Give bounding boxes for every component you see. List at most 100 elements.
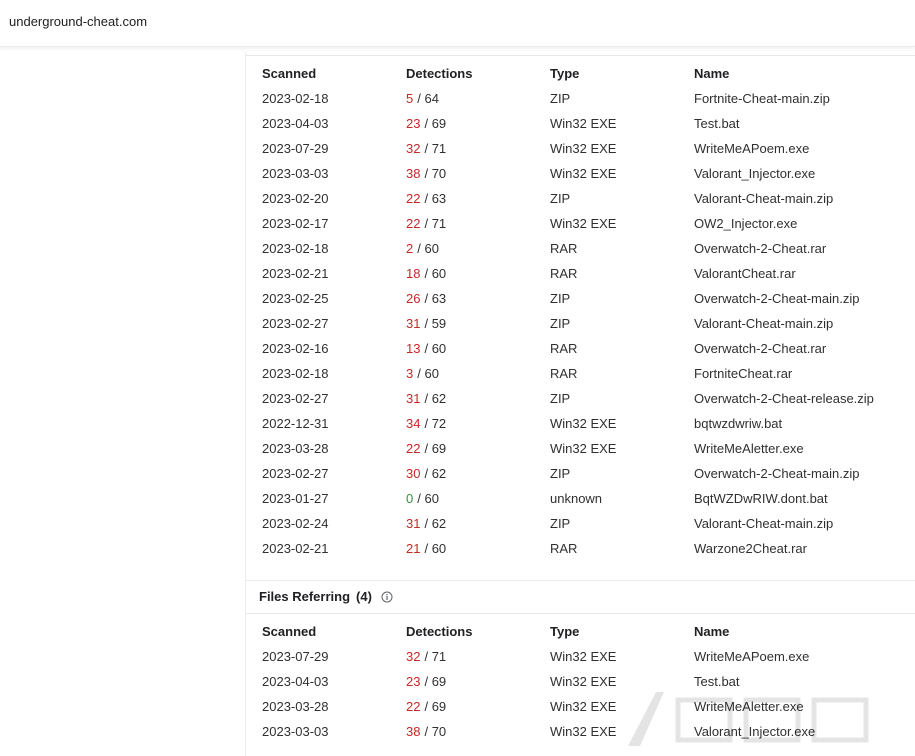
col-detections[interactable]: Detections (406, 619, 472, 644)
files-referring-table: Scanned Detections Type Name 2023-07-29 3… (246, 619, 915, 744)
col-type[interactable]: Type (550, 61, 579, 86)
detections-ratio: 22/ 69 (406, 694, 446, 719)
file-name[interactable]: Valorant_Injector.exe (694, 719, 815, 744)
table-row[interactable]: 2023-03-03 38/ 70 Win32 EXE Valorant_Inject… (246, 719, 915, 744)
detections-ratio: 31/ 62 (406, 386, 446, 411)
col-name[interactable]: Name (694, 619, 729, 644)
detections-total: / 72 (424, 416, 447, 431)
table-row[interactable]: 2023-04-03 23/ 69 Win32 EXE Test.bat (246, 669, 915, 694)
detections-count: 31 (406, 516, 421, 531)
detections-ratio: 26/ 63 (406, 286, 446, 311)
file-name[interactable]: Test.bat (694, 111, 740, 136)
table-row[interactable]: 2023-02-17 22/ 71 Win32 EXE OW2_Injector.ex… (246, 211, 915, 236)
file-name[interactable]: ValorantCheat.rar (694, 261, 796, 286)
file-name[interactable]: Overwatch-2-Cheat-main.zip (694, 286, 859, 311)
scanned-date: 2023-02-27 (262, 466, 329, 481)
scanned-date: 2023-07-29 (262, 649, 329, 664)
col-name[interactable]: Name (694, 61, 729, 86)
detections-count: 23 (406, 116, 421, 131)
file-type: ZIP (550, 516, 571, 531)
detections-ratio: 30/ 62 (406, 461, 446, 486)
scanned-date: 2023-02-27 (262, 391, 329, 406)
table-row[interactable]: 2023-02-27 30/ 62 ZIP Overwatch-2-Cheat-mai… (246, 461, 915, 486)
file-name[interactable]: Valorant-Cheat-main.zip (694, 186, 833, 211)
file-type: Win32 EXE (550, 699, 617, 714)
detections-total: / 60 (417, 241, 439, 256)
col-detections[interactable]: Detections (406, 61, 472, 86)
table-row[interactable]: 2023-07-29 32/ 71 Win32 EXE WriteMeAPoem.ex… (246, 136, 915, 161)
file-name[interactable]: Overwatch-2-Cheat.rar (694, 336, 826, 361)
scanned-date: 2023-02-20 (262, 191, 329, 206)
section-title-label: Files Referring (259, 589, 351, 604)
detections-total: / 60 (424, 541, 447, 556)
col-type[interactable]: Type (550, 619, 579, 644)
detections-total: / 69 (424, 441, 447, 456)
file-name[interactable]: OW2_Injector.exe (694, 211, 797, 236)
scanned-date: 2022-12-31 (262, 416, 329, 431)
file-name[interactable]: WriteMeAPoem.exe (694, 136, 809, 161)
detections-count: 34 (406, 416, 421, 431)
divider (246, 613, 915, 614)
file-type: RAR (550, 241, 578, 256)
file-name[interactable]: BqtWZDwRIW.dont.bat (694, 486, 828, 511)
file-name[interactable]: Overwatch-2-Cheat-release.zip (694, 386, 874, 411)
file-type: Win32 EXE (550, 216, 617, 231)
table-row[interactable]: 2023-02-18 5/ 64 ZIP Fortnite-Cheat-main.zi… (246, 86, 915, 111)
detections-count: 38 (406, 724, 421, 739)
file-name[interactable]: Valorant-Cheat-main.zip (694, 311, 833, 336)
table-row[interactable]: 2023-01-27 0/ 60 unknown BqtWZDwRIW.dont.ba… (246, 486, 915, 511)
detections-total: / 69 (424, 674, 447, 689)
table-row[interactable]: 2023-02-18 2/ 60 RAR Overwatch-2-Cheat.rar (246, 236, 915, 261)
relations-panel: Scanned Detections Type Name 2023-02-18 5… (245, 52, 915, 756)
file-name[interactable]: Overwatch-2-Cheat.rar (694, 236, 826, 261)
file-name[interactable]: Overwatch-2-Cheat-main.zip (694, 461, 859, 486)
col-scanned[interactable]: Scanned (262, 619, 316, 644)
detections-ratio: 31/ 62 (406, 511, 446, 536)
file-name[interactable]: Valorant_Injector.exe (694, 161, 815, 186)
table-row[interactable]: 2023-02-25 26/ 63 ZIP Overwatch-2-Cheat-mai… (246, 286, 915, 311)
file-name[interactable]: Valorant-Cheat-main.zip (694, 511, 833, 536)
table-row[interactable]: 2023-02-20 22/ 63 ZIP Valorant-Cheat-main.z… (246, 186, 915, 211)
file-type: unknown (550, 491, 603, 506)
detections-ratio: 38/ 70 (406, 719, 446, 744)
top-bar: underground-cheat.com (0, 0, 915, 47)
file-name[interactable]: WriteMeAletter.exe (694, 436, 804, 461)
file-name[interactable]: Warzone2Cheat.rar (694, 536, 807, 561)
file-type: ZIP (550, 391, 571, 406)
table-row[interactable]: 2023-03-28 22/ 69 Win32 EXE WriteMeAletter.… (246, 436, 915, 461)
table-row[interactable]: 2023-02-21 21/ 60 RAR Warzone2Cheat.rar (246, 536, 915, 561)
scanned-date: 2023-03-28 (262, 441, 329, 456)
file-name[interactable]: Test.bat (694, 669, 740, 694)
detections-total: / 60 (417, 366, 439, 381)
divider (246, 580, 915, 581)
table-row[interactable]: 2023-02-27 31/ 62 ZIP Overwatch-2-Cheat-rel… (246, 386, 915, 411)
table-row[interactable]: 2023-02-21 18/ 60 RAR ValorantCheat.rar (246, 261, 915, 286)
table-row[interactable]: 2023-02-27 31/ 59 ZIP Valorant-Cheat-main.z… (246, 311, 915, 336)
file-name[interactable]: WriteMeAletter.exe (694, 694, 804, 719)
detections-ratio: 31/ 59 (406, 311, 446, 336)
table-row[interactable]: 2023-03-03 38/ 70 Win32 EXE Valorant_Inject… (246, 161, 915, 186)
file-name[interactable]: FortniteCheat.rar (694, 361, 792, 386)
scanned-date: 2023-02-18 (262, 366, 329, 381)
table-row[interactable]: 2023-03-28 22/ 69 Win32 EXE WriteMeAletter.… (246, 694, 915, 719)
table-row[interactable]: 2023-07-29 32/ 71 Win32 EXE WriteMeAPoem.ex… (246, 644, 915, 669)
table-row[interactable]: 2022-12-31 34/ 72 Win32 EXE bqtwzdwriw.bat (246, 411, 915, 436)
detections-total: / 71 (424, 649, 447, 664)
table-row[interactable]: 2023-02-16 13/ 60 RAR Overwatch-2-Cheat.rar (246, 336, 915, 361)
table-row[interactable]: 2023-02-18 3/ 60 RAR FortniteCheat.rar (246, 361, 915, 386)
detections-ratio: 18/ 60 (406, 261, 446, 286)
table-row[interactable]: 2023-04-03 23/ 69 Win32 EXE Test.bat (246, 111, 915, 136)
col-scanned[interactable]: Scanned (262, 61, 316, 86)
file-name[interactable]: Fortnite-Cheat-main.zip (694, 86, 830, 111)
table-row[interactable]: 2023-02-24 31/ 62 ZIP Valorant-Cheat-main.z… (246, 511, 915, 536)
detections-ratio: 21/ 60 (406, 536, 446, 561)
detections-total: / 62 (424, 466, 447, 481)
detections-total: / 60 (424, 266, 447, 281)
detections-count: 3 (406, 366, 414, 381)
file-name[interactable]: bqtwzdwriw.bat (694, 411, 782, 436)
detections-ratio: 38/ 70 (406, 161, 446, 186)
file-name[interactable]: WriteMeAPoem.exe (694, 644, 809, 669)
detections-count: 18 (406, 266, 421, 281)
info-icon[interactable] (381, 591, 393, 603)
detections-ratio: 3/ 60 (406, 361, 439, 386)
